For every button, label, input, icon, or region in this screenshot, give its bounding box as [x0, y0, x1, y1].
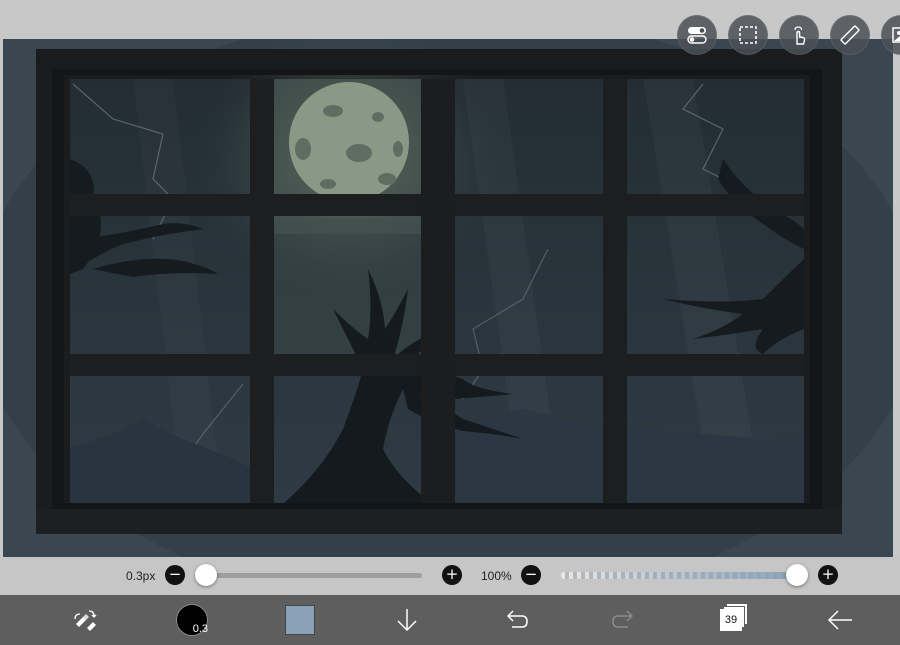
- brush-size-button[interactable]: 0.3: [167, 595, 217, 645]
- arrow-left-icon: [827, 610, 852, 630]
- image-button[interactable]: [881, 15, 900, 55]
- layers-button[interactable]: 39: [706, 595, 756, 645]
- brush-size-label: 0.3px: [126, 569, 156, 583]
- undo-button[interactable]: [491, 595, 541, 645]
- brush-size-value: 0.3: [192, 623, 208, 635]
- image-icon: [892, 27, 900, 43]
- save-button[interactable]: [382, 595, 432, 645]
- brush-size-decrease-button[interactable]: −: [165, 565, 185, 585]
- opacity-label: 100%: [481, 569, 512, 583]
- ruler-button[interactable]: [830, 15, 870, 55]
- opacity-slider[interactable]: [561, 572, 797, 579]
- color-swatch: [285, 605, 315, 635]
- arrow-down-icon: [397, 609, 417, 632]
- undo-icon: [506, 610, 528, 628]
- brush-size-increase-button[interactable]: +: [442, 565, 462, 585]
- opacity-slider-knob[interactable]: [786, 564, 808, 586]
- toggle-button[interactable]: [677, 15, 717, 55]
- opacity-decrease-button[interactable]: −: [521, 565, 541, 585]
- touch-button[interactable]: [779, 15, 819, 55]
- bottom-toolbar: 0.3 39: [0, 595, 900, 645]
- touch-icon: [794, 26, 806, 45]
- color-button[interactable]: [275, 595, 325, 645]
- selection-button[interactable]: [728, 15, 768, 55]
- ruler-icon: [840, 25, 860, 45]
- moon: [289, 82, 409, 202]
- layers-icon: 39: [720, 609, 742, 631]
- layer-count: 39: [724, 614, 738, 626]
- top-toolbar: [677, 15, 900, 55]
- slider-row: 0.3px − + 100% − +: [0, 557, 900, 595]
- redo-icon: [612, 610, 634, 628]
- drawing-canvas[interactable]: [3, 39, 893, 557]
- back-button[interactable]: [815, 595, 865, 645]
- opacity-increase-button[interactable]: +: [818, 565, 838, 585]
- redo-button[interactable]: [599, 595, 649, 645]
- brush-eraser-toggle-button[interactable]: [60, 595, 110, 645]
- brush-size-slider[interactable]: [197, 573, 422, 578]
- brush-size-slider-knob[interactable]: [195, 564, 217, 586]
- brush-preview: 0.3: [176, 604, 208, 636]
- toggle-icon: [687, 27, 707, 44]
- brush-eraser-swap-icon: [74, 610, 97, 631]
- selection-icon: [739, 26, 757, 44]
- artwork: [3, 39, 893, 557]
